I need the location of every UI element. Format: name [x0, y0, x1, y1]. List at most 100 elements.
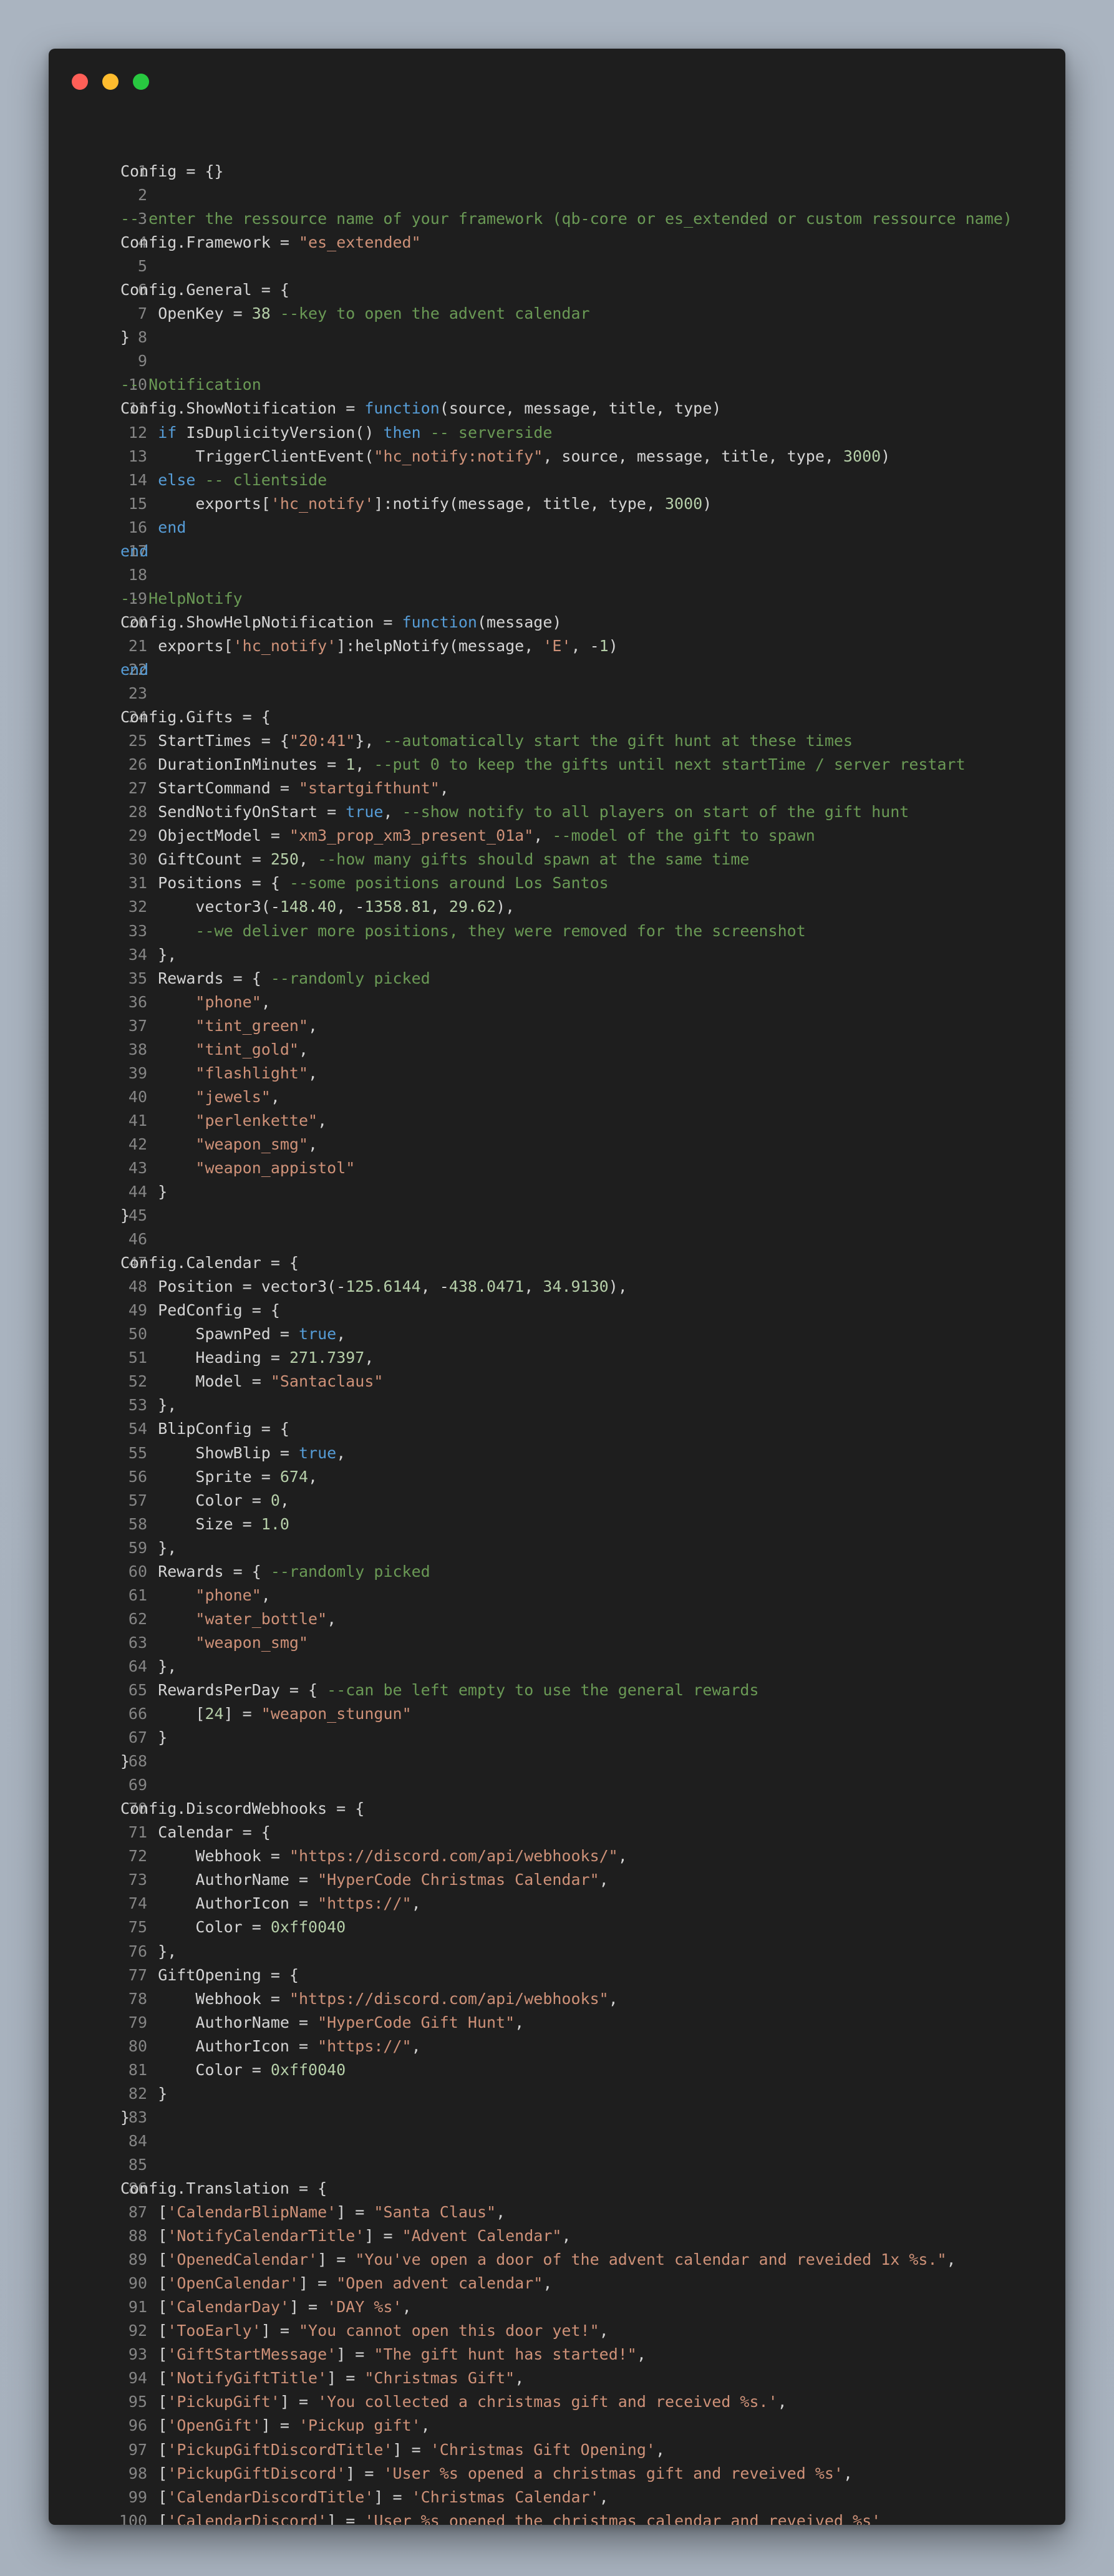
code-token: true [346, 803, 384, 821]
code-token: 1 [346, 755, 356, 774]
line-content: Config = {} [120, 160, 224, 183]
code-line: 25 StartTimes = {"20:41"}, --automatical… [49, 729, 1065, 753]
code-token: function [402, 613, 477, 631]
code-line: 61 "phone", [49, 1584, 1065, 1607]
code-line: 28 SendNotifyOnStart = true, --show noti… [49, 800, 1065, 824]
code-line: 27 StartCommand = "startgifthunt", [49, 777, 1065, 800]
code-token: Config.DiscordWebhooks = { [120, 1799, 365, 1818]
code-line: 46 [49, 1227, 1065, 1251]
code-line: 91 ['CalendarDay'] = 'DAY %s', [49, 2295, 1065, 2319]
code-line: 84 [49, 2129, 1065, 2153]
code-token: --we deliver more positions, they were r… [195, 921, 806, 940]
code-token: 674 [279, 1467, 309, 1486]
code-token: -- clientside [205, 470, 327, 489]
line-content: } [120, 1204, 130, 1227]
code-token: , [308, 1016, 318, 1035]
line-content: AuthorIcon = "https://", [120, 1892, 421, 1915]
code-token: , [299, 1040, 309, 1058]
code-token: ] = [279, 2393, 318, 2411]
line-content: "jewels", [120, 1085, 279, 1109]
code-line: 30 GiftCount = 250, --how many gifts sho… [49, 848, 1065, 871]
line-content: Positions = { --some positions around Lo… [120, 871, 608, 895]
code-line: 1 Config = {} [49, 160, 1065, 183]
code-token: 'User %s opened the christmas calendar a… [364, 2511, 881, 2525]
code-token: OpenKey = [120, 304, 252, 323]
code-token: ] = [327, 2369, 365, 2388]
code-line: 8} [49, 326, 1065, 349]
code-token: 250 [270, 850, 299, 869]
code-token: "hc_notify:notify" [374, 447, 543, 465]
code-line: 82 } [49, 2082, 1065, 2106]
minimize-button[interactable] [102, 74, 119, 90]
code-token: SpawnPed = [120, 1325, 299, 1344]
line-number: 18 [128, 565, 147, 584]
code-line: 67 } [49, 1726, 1065, 1750]
line-content: ['PickupGiftDiscord'] = 'User %s opened … [120, 2462, 853, 2486]
code-token: [ [120, 2298, 168, 2317]
code-token: } [120, 1206, 130, 1225]
code-token: "You cannot open this door yet!" [299, 2322, 599, 2340]
line-content: ['PickupGiftDiscordTitle'] = 'Christmas … [120, 2438, 665, 2462]
code-token: } [120, 2108, 130, 2126]
code-token: ) [881, 447, 891, 465]
code-token: function [364, 399, 440, 418]
code-line: 90 ['OpenCalendar'] = "Open advent calen… [49, 2272, 1065, 2295]
code-line: 20 Config.ShowHelpNotification = function… [49, 611, 1065, 634]
line-number: 23 [128, 684, 147, 703]
code-line: 57 Color = 0, [49, 1489, 1065, 1513]
code-token: , [636, 2345, 646, 2364]
code-token: [ [120, 2227, 168, 2245]
code-token: ] = [346, 2464, 384, 2482]
code-token: ) [608, 636, 618, 655]
line-content: PedConfig = { [120, 1299, 280, 1322]
line-content: end [120, 658, 148, 682]
line-content: ['CalendarBlipName'] = "Santa Claus", [120, 2201, 505, 2224]
code-token: 125.6144 [346, 1277, 421, 1296]
code-line: 47 Config.Calendar = { [49, 1251, 1065, 1275]
code-line: 68} [49, 1750, 1065, 1773]
code-token: , [336, 1325, 346, 1344]
code-token: 'PickupGiftDiscord' [167, 2464, 346, 2482]
line-content: Size = 1.0 [120, 1513, 289, 1536]
code-token: Sprite = [120, 1467, 280, 1486]
code-token: --key to open the advent calendar [279, 304, 590, 323]
line-content: Config.Framework = "es_extended" [120, 231, 421, 254]
code-token: , [439, 779, 449, 798]
code-line: 64 }, [49, 1655, 1065, 1678]
code-token: Rewards = { [120, 1562, 271, 1581]
code-token: , [561, 2227, 571, 2245]
code-line: 73 AuthorName = "HyperCode Christmas Cal… [49, 1868, 1065, 1892]
line-content: "tint_green", [120, 1014, 317, 1038]
code-token: 'OpenGift' [167, 2416, 261, 2435]
line-content: exports['hc_notify']:notify(message, tit… [120, 492, 712, 516]
line-number: 83 [128, 2108, 147, 2126]
code-token: Webhook = [120, 1847, 289, 1866]
code-token: , [327, 1609, 337, 1628]
maximize-button[interactable] [133, 74, 149, 90]
code-token: , [420, 2416, 430, 2435]
code-token: , [411, 1894, 421, 1913]
close-button[interactable] [72, 74, 88, 90]
code-token: , [364, 1349, 374, 1367]
line-content: SendNotifyOnStart = true, --show notify … [120, 800, 909, 824]
code-token: } [120, 1183, 168, 1201]
code-line: 72 Webhook = "https://discord.com/api/we… [49, 1844, 1065, 1868]
code-token: } [120, 2084, 168, 2103]
code-token: ] = [327, 2511, 365, 2525]
line-content: SpawnPed = true, [120, 1322, 346, 1346]
code-token: , - [336, 898, 365, 916]
line-content: ['GiftStartMessage'] = "The gift hunt ha… [120, 2343, 646, 2366]
code-token: "startgifthunt" [298, 779, 440, 798]
code-token: --randomly picked [270, 1562, 430, 1581]
code-line: 48 Position = vector3(-125.6144, -438.04… [49, 1275, 1065, 1299]
code-token: Color = [120, 1918, 271, 1937]
code-token: 'E' [543, 636, 571, 655]
code-token: Color = [120, 1491, 271, 1509]
code-token: "jewels" [195, 1087, 271, 1106]
line-content: Color = 0, [120, 1489, 289, 1513]
